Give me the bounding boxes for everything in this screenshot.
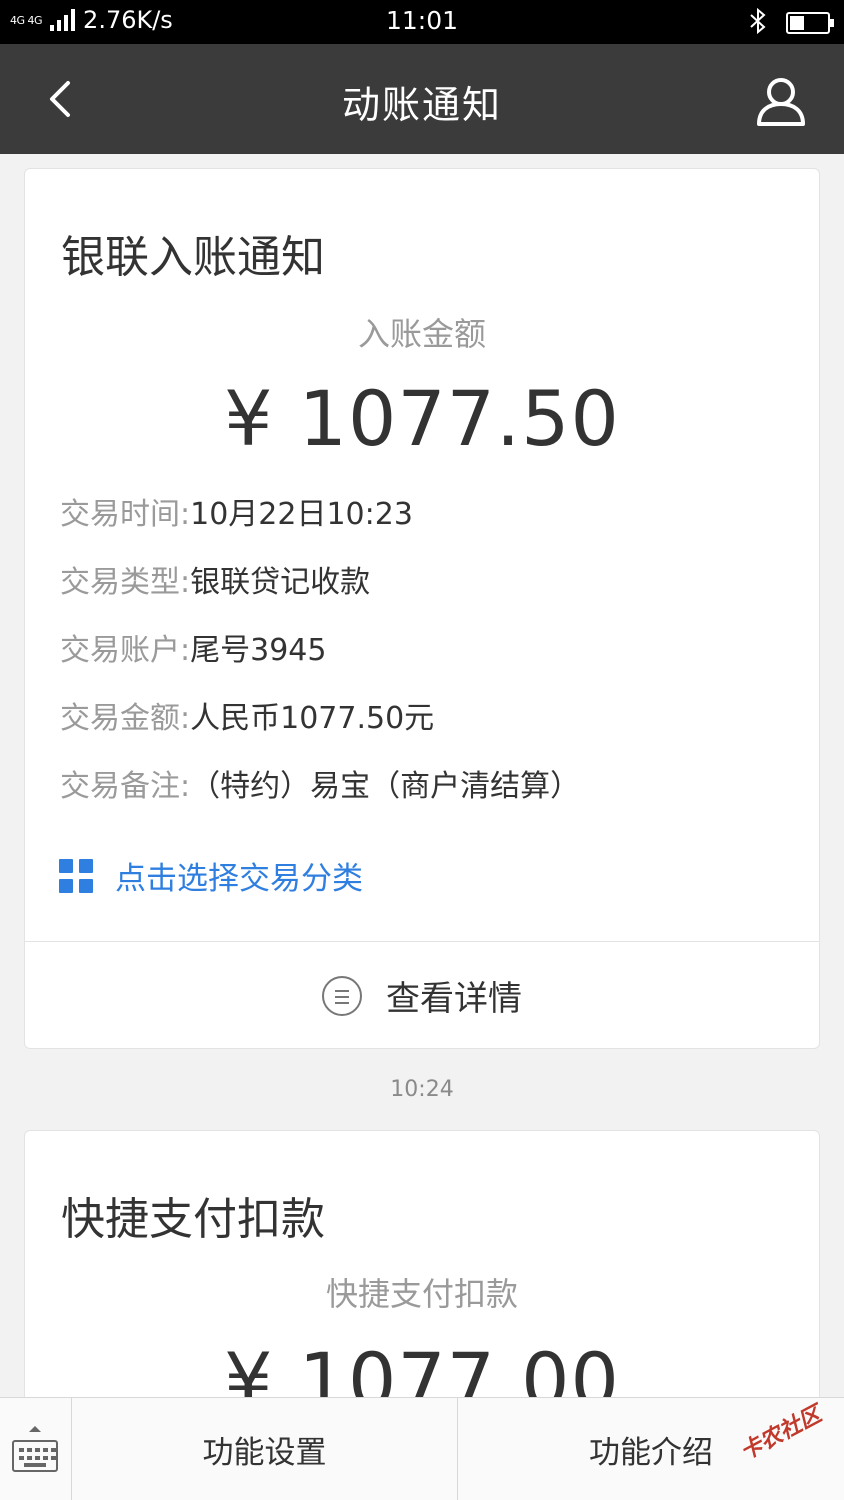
amount-value: ¥ 1077.50 (224, 374, 620, 463)
list-icon (322, 975, 362, 1016)
bottom-toolbar: 功能设置 功能介绍 (0, 1397, 844, 1500)
detail-row: 交易金额:人民币1077.50元 (60, 693, 434, 737)
detail-key: 交易备注: (60, 769, 191, 804)
status-bar: 4G 4G 2.76K/s 11:01 (0, 0, 844, 44)
category-link-label: 点击选择交易分类 (115, 861, 363, 897)
detail-row: 交易备注:（特约）易宝（商户清结算） (60, 761, 580, 805)
bluetooth-icon (748, 7, 768, 38)
detail-value: 人民币1077.50元 (190, 701, 435, 736)
timestamp: 10:24 (390, 1077, 454, 1102)
card-title: 快捷支付扣款 (61, 1194, 325, 1245)
detail-key: 交易金额: (60, 701, 191, 736)
detail-row: 交易账户:尾号3945 (60, 625, 326, 669)
amount-label: 入账金额 (357, 315, 486, 353)
detail-value: 尾号3945 (190, 633, 327, 668)
grid-icon (59, 858, 93, 893)
nav-bar: 动账通知 (0, 44, 844, 154)
notification-card: 银联入账通知 入账金额 ¥ 1077.50 交易时间:10月22日10:23 交… (24, 168, 820, 1049)
battery-icon (786, 12, 834, 34)
detail-value: 10月22日10:23 (190, 497, 413, 532)
expand-up-icon (29, 1426, 41, 1432)
detail-key: 交易类型: (60, 565, 191, 600)
notification-card: 快捷支付扣款 快捷支付扣款 ¥ 1077.00 (24, 1130, 820, 1430)
page-title: 动账通知 (341, 83, 502, 127)
function-settings-button[interactable]: 功能设置 (72, 1398, 458, 1500)
keyboard-icon (12, 1440, 58, 1472)
card-title: 银联入账通知 (61, 232, 325, 283)
detail-key: 交易账户: (60, 633, 191, 668)
category-link[interactable]: 点击选择交易分类 (59, 853, 363, 898)
keyboard-button[interactable] (0, 1398, 72, 1500)
clock: 11:01 (385, 6, 459, 35)
amount-label: 快捷支付扣款 (325, 1275, 518, 1313)
view-details-label: 查看详情 (386, 979, 522, 1019)
detail-value: 银联贷记收款 (190, 565, 371, 600)
detail-key: 交易时间: (60, 497, 191, 532)
view-details-button[interactable]: 查看详情 (25, 942, 819, 1049)
detail-value: （特约）易宝（商户清结算） (190, 769, 581, 804)
detail-row: 交易类型:银联贷记收款 (60, 557, 370, 601)
user-icon[interactable] (754, 74, 808, 128)
detail-row: 交易时间:10月22日10:23 (60, 489, 413, 533)
